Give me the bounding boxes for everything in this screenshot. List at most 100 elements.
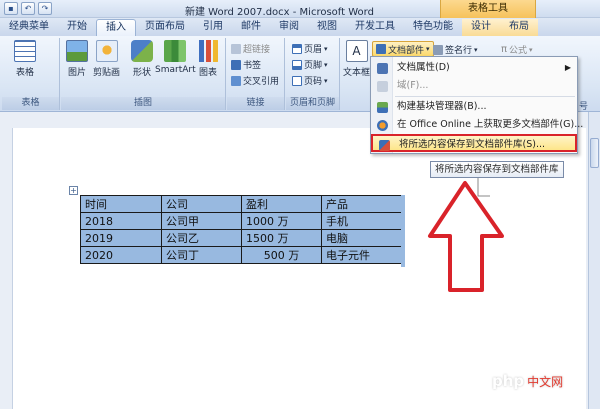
smartart-button[interactable]: SmartArt <box>155 40 196 75</box>
document-properties-icon <box>377 63 388 74</box>
table-cell[interactable]: 1500 万 <box>241 229 322 247</box>
submenu-arrow-icon: ▶ <box>564 63 571 72</box>
group-label-illustrations: 插图 <box>61 97 225 110</box>
vertical-scrollbar[interactable] <box>588 112 600 409</box>
window-title: 新建 Word 2007.docx - Microsoft Word <box>185 7 374 18</box>
table-cell[interactable]: 公司丁 <box>161 246 242 264</box>
chart-icon <box>197 40 219 62</box>
table-cell[interactable]: 500 万 <box>241 246 322 264</box>
tooltip: 将所选内容保存到文档部件库 <box>430 161 564 178</box>
group-links: 超链接 书签 交叉引用 链接 <box>227 38 285 110</box>
selection-extension <box>401 195 405 267</box>
clipart-icon <box>95 40 118 62</box>
scrollbar-thumb[interactable] <box>590 138 599 168</box>
tab-layout[interactable]: 布局 <box>500 19 538 36</box>
footer-icon <box>292 59 302 70</box>
table-cell[interactable]: 电子元件 <box>321 246 402 264</box>
table-cell[interactable]: 手机 <box>321 212 402 230</box>
tab-references[interactable]: 引用 <box>194 19 232 36</box>
tab-review[interactable]: 审阅 <box>270 19 308 36</box>
page-number-icon <box>292 75 302 86</box>
menu-item-office-online[interactable]: 在 Office Online 上获取更多文档部件(G)... <box>371 116 583 134</box>
table-row: 时间 公司 盈利 产品 <box>80 195 402 213</box>
cross-reference-icon <box>231 75 241 86</box>
group-label-links: 链接 <box>227 97 284 110</box>
equation-button[interactable]: π 公式 ▾ <box>501 43 533 56</box>
table-header-cell[interactable]: 公司 <box>161 195 242 213</box>
document-table[interactable]: 时间 公司 盈利 产品 2018 公司甲 1000 万 手机 2019 公司乙 … <box>80 195 402 264</box>
group-header-footer: 页眉 ▾ 页脚 ▾ 页码 ▾ 页眉和页脚 <box>286 38 340 110</box>
title-bar: ▪ ↶ ↷ 新建 Word 2007.docx - Microsoft Word… <box>0 0 600 18</box>
save-icon[interactable]: ▪ <box>4 2 18 15</box>
table-row: 2019 公司乙 1500 万 电脑 <box>80 229 402 247</box>
table-cell[interactable]: 2019 <box>80 229 162 247</box>
header-icon <box>292 43 302 54</box>
table-cell[interactable]: 电脑 <box>321 229 402 247</box>
watermark-site: php <box>492 372 525 390</box>
menu-item-building-blocks-organizer[interactable]: 构建基块管理器(B)... <box>371 98 577 116</box>
menu-separator <box>395 96 575 97</box>
menu-item-document-properties[interactable]: 文档属性(D) ▶ <box>371 59 577 77</box>
page-number-button[interactable]: 页码 ▾ <box>292 74 328 87</box>
group-tables: 表格 表格 <box>2 38 60 110</box>
tab-features[interactable]: 特色功能 <box>404 19 462 36</box>
picture-icon <box>66 40 88 62</box>
redo-icon[interactable]: ↷ <box>38 2 52 15</box>
watermark: php 中文网 <box>492 372 563 390</box>
table-move-handle[interactable]: + <box>69 186 78 195</box>
quick-parts-menu: 文档属性(D) ▶ 域(F)... 构建基块管理器(B)... 在 Office… <box>370 56 583 154</box>
smartart-icon <box>164 40 187 62</box>
tab-design[interactable]: 设计 <box>462 19 500 36</box>
signature-icon <box>433 44 443 55</box>
tab-view[interactable]: 视图 <box>308 19 346 36</box>
table-button[interactable]: 表格 <box>14 40 36 78</box>
tab-home[interactable]: 开始 <box>58 19 96 36</box>
tab-developer[interactable]: 开发工具 <box>346 19 404 36</box>
shapes-icon <box>131 40 153 62</box>
table-cell[interactable]: 公司乙 <box>161 229 242 247</box>
picture-button[interactable]: 图片 <box>66 40 88 78</box>
shapes-button[interactable]: 形状 <box>131 40 153 78</box>
office-online-icon <box>377 120 388 131</box>
hyperlink-button[interactable]: 超链接 <box>231 42 270 55</box>
header-button[interactable]: 页眉 ▾ <box>292 42 328 55</box>
group-illustrations: 图片 剪贴画 形状 SmartArt 图表 插图 <box>61 38 226 110</box>
quick-parts-icon <box>376 44 386 54</box>
table-header-cell[interactable]: 产品 <box>321 195 402 213</box>
quick-parts-button[interactable]: 文档部件 ▾ <box>372 41 434 57</box>
textbox-button[interactable]: A 文本框 <box>343 40 370 78</box>
undo-icon[interactable]: ↶ <box>21 2 35 15</box>
table-cell[interactable]: 2020 <box>80 246 162 264</box>
signature-line-button[interactable]: 签名行 ▾ <box>433 43 478 56</box>
table-header-cell[interactable]: 盈利 <box>241 195 322 213</box>
ribbon-tabs: 经典菜单 开始 插入 页面布局 引用 邮件 审阅 视图 开发工具 特色功能 设计… <box>0 18 600 36</box>
table-cell[interactable]: 1000 万 <box>241 212 322 230</box>
tab-classic-menu[interactable]: 经典菜单 <box>0 19 58 36</box>
building-blocks-icon <box>377 102 388 113</box>
cross-reference-button[interactable]: 交叉引用 <box>231 74 279 87</box>
clipart-button[interactable]: 剪贴画 <box>93 40 120 78</box>
table-cell[interactable]: 2018 <box>80 212 162 230</box>
textbox-icon: A <box>345 40 368 62</box>
menu-item-save-selection-to-gallery[interactable]: 将所选内容保存到文档部件库(S)... <box>371 134 577 152</box>
tab-insert[interactable]: 插入 <box>96 19 136 36</box>
quick-access-toolbar: ▪ ↶ ↷ <box>4 2 52 15</box>
watermark-suffix: 中文网 <box>527 375 564 389</box>
bookmark-button[interactable]: 书签 <box>231 58 261 71</box>
pi-icon: π <box>501 44 508 55</box>
table-cell[interactable]: 公司甲 <box>161 212 242 230</box>
field-icon <box>377 81 388 92</box>
chart-button[interactable]: 图表 <box>197 40 219 78</box>
bookmark-icon <box>231 59 241 70</box>
tab-page-layout[interactable]: 页面布局 <box>136 19 194 36</box>
group-label-tables: 表格 <box>2 97 59 110</box>
menu-item-field[interactable]: 域(F)... <box>371 77 577 95</box>
contextual-tab-group: 表格工具 <box>440 0 536 18</box>
table-row: 2018 公司甲 1000 万 手机 <box>80 212 402 230</box>
hyperlink-icon <box>231 43 241 54</box>
table-header-cell[interactable]: 时间 <box>80 195 162 213</box>
footer-button[interactable]: 页脚 ▾ <box>292 58 328 71</box>
tab-mailings[interactable]: 邮件 <box>232 19 270 36</box>
group-label-header-footer: 页眉和页脚 <box>286 97 339 110</box>
table-icon <box>14 40 36 62</box>
